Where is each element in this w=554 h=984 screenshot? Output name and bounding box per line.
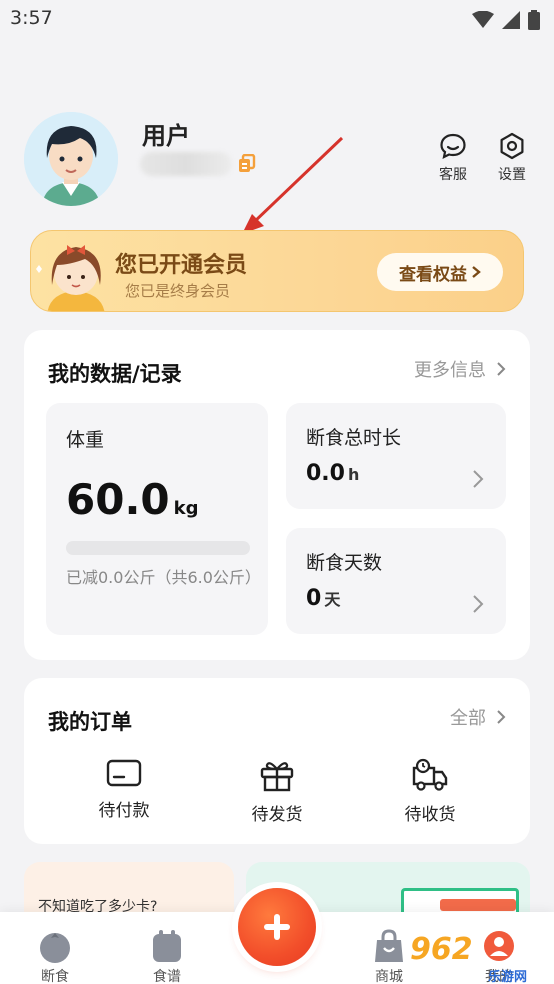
annotation-arrow [242, 136, 344, 234]
gear-icon [500, 132, 524, 160]
weight-unit: kg [173, 498, 199, 519]
tab-recipes-label: 食谱 [153, 969, 181, 984]
pending-shipment-button[interactable]: 待发货 [237, 758, 317, 825]
weight-label: 体重 [66, 429, 105, 451]
weight-note: 已减0.0公斤（共6.0公斤） [66, 568, 261, 587]
more-info-label: 更多信息 [414, 360, 486, 381]
plus-icon [264, 914, 290, 940]
tab-fasting[interactable]: 断食 [20, 928, 90, 984]
tomato-icon [40, 933, 70, 963]
status-bar: 3:57 [0, 0, 554, 40]
more-info-link[interactable]: 更多信息 [414, 356, 506, 382]
chevron-right-icon [473, 595, 484, 613]
fasting-days-label: 断食天数 [306, 552, 383, 574]
pending-payment-label: 待付款 [98, 801, 150, 821]
weight-value: 60.0 kg [66, 475, 199, 524]
pending-shipment-label: 待发货 [251, 805, 303, 825]
battery-icon [528, 10, 540, 30]
chevron-right-icon [497, 710, 506, 724]
delivery-truck-icon [412, 758, 448, 791]
status-time: 3:57 [10, 7, 53, 29]
view-benefits-label: 查看权益 [399, 264, 467, 285]
settings-button[interactable]: 设置 [482, 132, 542, 184]
vip-subtitle: 您已是终身会员 [125, 282, 231, 300]
add-record-button[interactable] [238, 888, 316, 966]
orders-title: 我的订单 [48, 710, 132, 734]
wifi-icon [472, 11, 494, 28]
pending-payment-button[interactable]: 待付款 [84, 758, 164, 821]
recipe-book-icon [153, 930, 181, 962]
data-records-card: 我的数据/记录 更多信息 体重 60.0 kg 已减0.0公斤（共6.0公斤） 断… [24, 330, 530, 660]
watermark-text: 962 [410, 932, 473, 967]
fasting-total-value: 0.0 h [306, 461, 360, 486]
vip-title: 您已开通会员 [115, 253, 248, 278]
user-id-redacted [140, 152, 232, 176]
customer-service-label: 客服 [439, 167, 467, 183]
fasting-total-unit: h [347, 465, 360, 484]
customer-service-button[interactable]: 客服 [423, 132, 483, 184]
chat-bubble-icon [440, 133, 466, 159]
weight-progress-bar [66, 541, 250, 555]
all-orders-label: 全部 [450, 708, 486, 729]
weight-tile[interactable]: 体重 60.0 kg 已减0.0公斤（共6.0公斤） [46, 403, 268, 635]
tab-recipes[interactable]: 食谱 [132, 928, 202, 984]
fasting-days-tile[interactable]: 断食天数 0天 [286, 528, 506, 634]
settings-label: 设置 [498, 167, 526, 183]
chevron-right-icon [472, 266, 481, 278]
fasting-total-label: 断食总时长 [306, 427, 402, 449]
all-orders-link[interactable]: 全部 [450, 704, 506, 730]
chevron-right-icon [497, 362, 506, 376]
fasting-total-tile[interactable]: 断食总时长 0.0 h [286, 403, 506, 509]
promo-preview-banner [440, 899, 516, 911]
username: 用户 [142, 122, 190, 150]
data-records-title: 我的数据/记录 [48, 362, 182, 386]
pending-receipt-label: 待收货 [404, 805, 456, 825]
status-icons [472, 10, 540, 30]
avatar[interactable] [24, 112, 118, 206]
fasting-days-value: 0天 [306, 586, 341, 611]
card-icon [106, 759, 142, 787]
girl-mascot-icon [36, 245, 105, 311]
tab-fasting-label: 断食 [41, 969, 69, 984]
gift-icon [260, 762, 294, 792]
watermark-sub: 乐游网 [488, 970, 528, 984]
tab-mall-label: 商城 [375, 969, 403, 984]
pending-receipt-button[interactable]: 待收货 [390, 758, 470, 825]
shopping-bag-icon [375, 929, 403, 962]
signal-icon [502, 11, 520, 29]
vip-banner[interactable]: 您已开通会员 您已是终身会员 查看权益 [30, 230, 524, 312]
chevron-right-icon [473, 470, 484, 488]
orders-card: 我的订单 全部 待付款 待发货 待收货 [24, 678, 530, 844]
fasting-days-unit: 天 [324, 590, 341, 609]
view-benefits-button[interactable]: 查看权益 [377, 253, 503, 291]
site-watermark: 962 乐游网 [410, 930, 554, 984]
